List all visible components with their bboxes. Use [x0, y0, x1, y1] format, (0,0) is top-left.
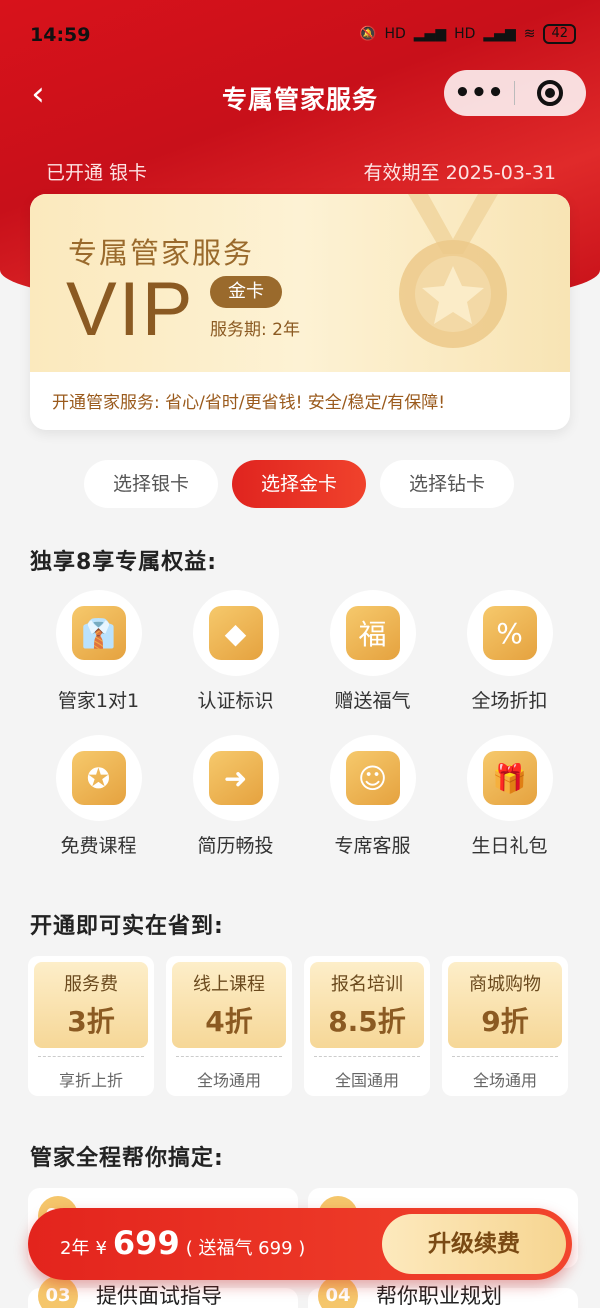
signal-bars-icon: ▂▄▆ [483, 26, 516, 42]
savings-row: 服务费 3折享折上折 线上课程 4折全场通用 报名培训 8.5折全国通用 商城购物 9折… [28, 956, 574, 1096]
price-info: 2年 ¥ 699 ( 送福气 699 ) [60, 1224, 305, 1262]
price-currency: ¥ [95, 1238, 107, 1259]
price-value: 699 [112, 1224, 180, 1262]
signal-bars-icon: ▂▄▆ [413, 26, 447, 42]
saving-name: 服务费 [64, 974, 118, 995]
benefit-item[interactable]: 🎁 生日礼包 [441, 735, 578, 858]
resume-send-icon: ➜ [208, 751, 263, 805]
step-item: 04 帮你职业规划 [308, 1276, 578, 1308]
fortune-icon: 福 [345, 606, 400, 660]
vip-text: VIP [66, 267, 195, 352]
benefits-title: 独享8享专属权益: [30, 550, 218, 575]
benefit-item[interactable]: ☺ 专席客服 [304, 735, 441, 858]
saving-name: 报名培训 [331, 974, 403, 995]
saving-name: 线上课程 [193, 974, 265, 995]
benefit-item[interactable]: 👔 管家1对1 [30, 590, 167, 713]
step-label: 帮你职业规划 [376, 1284, 502, 1308]
status-icons: 🔕 HD ▂▄▆ HD ▂▄▆ ≋ 42 [359, 24, 576, 44]
saving-name: 商城购物 [469, 974, 541, 995]
diamond-badge-icon: ◆ [208, 606, 263, 660]
saving-note: 全国通用 [334, 1071, 399, 1090]
purchase-bar: 2年 ¥ 699 ( 送福气 699 ) 升级续费 [28, 1208, 572, 1280]
card-level-badge: 金卡 [210, 276, 282, 308]
tab-silver[interactable]: 选择银卡 [84, 460, 218, 508]
mute-icon: 🔕 [359, 26, 377, 42]
membership-opened: 已开通 银卡 [46, 162, 148, 184]
price-bonus: ( 送福气 699 ) [185, 1238, 306, 1259]
tab-gold[interactable]: 选择金卡 [232, 460, 366, 508]
saving-card: 报名培训 8.5折全国通用 [304, 956, 430, 1096]
vip-card-top: 专属管家服务 VIP 金卡 服务期: 2年 [30, 194, 570, 372]
wifi-icon: ≋ [523, 26, 536, 42]
gift-icon: 🎁 [482, 751, 537, 805]
more-dots-icon[interactable]: ••• [444, 80, 514, 106]
card-slogan: 开通管家服务: 省心/省时/更省钱! 安全/稳定/有保障! [52, 393, 446, 413]
benefit-item[interactable]: % 全场折扣 [441, 590, 578, 713]
benefit-label: 免费课程 [60, 835, 137, 857]
step-label: 提供面试指导 [96, 1284, 222, 1308]
saving-card: 服务费 3折享折上折 [28, 956, 154, 1096]
saving-note: 全场通用 [196, 1071, 261, 1090]
saving-card: 线上课程 4折全场通用 [166, 956, 292, 1096]
customer-service-icon: ☺ [345, 751, 400, 805]
saving-value: 4折 [205, 1005, 253, 1038]
saving-value: 8.5折 [328, 1005, 406, 1038]
navbar: ‹ 专属管家服务 ••• [0, 70, 600, 120]
tab-diamond[interactable]: 选择钻卡 [380, 460, 514, 508]
step-item: 03 提供面试指导 [28, 1276, 298, 1308]
benefit-label: 管家1对1 [57, 690, 140, 712]
step-number: 03 [38, 1276, 78, 1308]
saving-card: 商城购物 9折全场通用 [442, 956, 568, 1096]
benefit-item[interactable]: ➜ 简历畅投 [167, 735, 304, 858]
discount-ticket-icon: % [482, 606, 537, 660]
membership-valid-until: 有效期至 2025-03-31 [363, 162, 556, 184]
benefit-label: 简历畅投 [197, 835, 274, 857]
benefit-label: 生日礼包 [471, 835, 548, 857]
benefit-item[interactable]: ✪ 免费课程 [30, 735, 167, 858]
certificate-icon: ✪ [71, 751, 126, 805]
signal-hd-2: HD [454, 26, 476, 42]
membership-info: 已开通 银卡 有效期至 2025-03-31 [46, 158, 556, 185]
butler-suit-icon: 👔 [71, 606, 126, 660]
vip-card: 专属管家服务 VIP 金卡 服务期: 2年 开通管家服务: 省心/省时/更省钱!… [30, 194, 570, 430]
battery-icon: 42 [543, 24, 576, 44]
benefit-item[interactable]: ◆ 认证标识 [167, 590, 304, 713]
upgrade-renew-button[interactable]: 升级续费 [382, 1214, 566, 1274]
saving-note: 享折上折 [58, 1071, 123, 1090]
saving-note: 全场通用 [472, 1071, 537, 1090]
benefit-label: 全场折扣 [471, 690, 548, 712]
steps-title: 管家全程帮你搞定: [30, 1146, 224, 1171]
price-years: 2年 [60, 1238, 90, 1259]
status-bar: 14:59 🔕 HD ▂▄▆ HD ▂▄▆ ≋ 42 [0, 0, 600, 70]
benefit-item[interactable]: 福赠送福气 [304, 590, 441, 713]
signal-hd-1: HD [384, 26, 406, 42]
step-number: 04 [318, 1276, 358, 1308]
benefit-label: 认证标识 [197, 690, 274, 712]
card-tabs: 选择银卡 选择金卡 选择钻卡 [84, 460, 514, 508]
status-time: 14:59 [30, 24, 91, 46]
close-target-icon[interactable] [515, 80, 585, 106]
benefits-grid: 👔 管家1对1 ◆ 认证标识 福赠送福气 % 全场折扣 ✪ 免费课程 ➜ 简历畅投 ☺ 专席… [30, 590, 578, 858]
mini-program-capsule: ••• [444, 70, 586, 116]
card-period: 服务期: 2年 [210, 320, 300, 340]
savings-title: 开通即可实在省到: [30, 914, 224, 939]
saving-value: 9折 [481, 1005, 529, 1038]
benefit-label: 专席客服 [334, 835, 411, 857]
benefit-label: 赠送福气 [334, 690, 411, 712]
medal-star-icon [399, 194, 507, 348]
saving-value: 3折 [67, 1005, 115, 1038]
